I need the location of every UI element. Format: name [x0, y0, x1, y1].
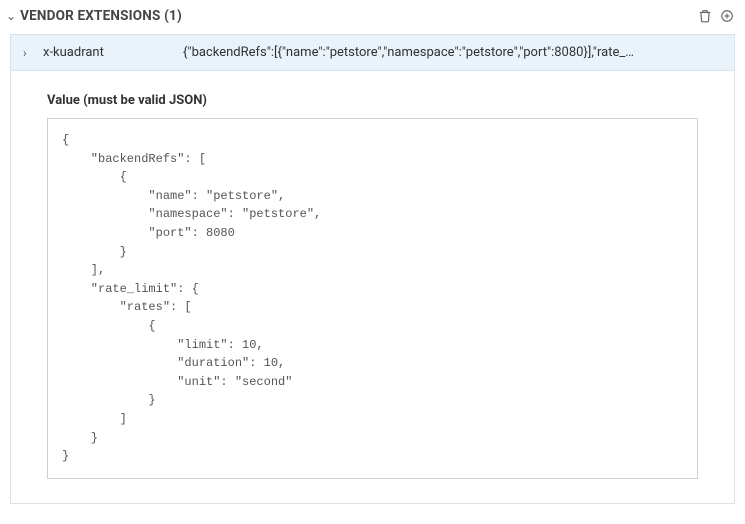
extension-detail: Value (must be valid JSON) { "backendRef… [11, 71, 734, 503]
value-label: Value (must be valid JSON) [47, 93, 698, 108]
section-title: VENDOR EXTENSIONS (1) [20, 8, 182, 24]
extension-preview: {"backendRefs":[{"name":"petstore","name… [183, 45, 722, 60]
extension-key: x-kuadrant [43, 45, 173, 60]
section-actions [697, 8, 735, 24]
json-value-input[interactable]: { "backendRefs": [ { "name": "petstore",… [47, 118, 698, 479]
section-header-left[interactable]: ⌄ VENDOR EXTENSIONS (1) [6, 8, 182, 24]
delete-icon[interactable] [697, 8, 713, 24]
section-header: ⌄ VENDOR EXTENSIONS (1) [0, 0, 745, 34]
extensions-panel: › x-kuadrant {"backendRefs":[{"name":"pe… [10, 34, 735, 504]
collapse-icon: ⌄ [6, 10, 16, 22]
add-icon[interactable] [719, 8, 735, 24]
chevron-right-icon: › [23, 47, 33, 59]
extension-row[interactable]: › x-kuadrant {"backendRefs":[{"name":"pe… [11, 35, 734, 71]
